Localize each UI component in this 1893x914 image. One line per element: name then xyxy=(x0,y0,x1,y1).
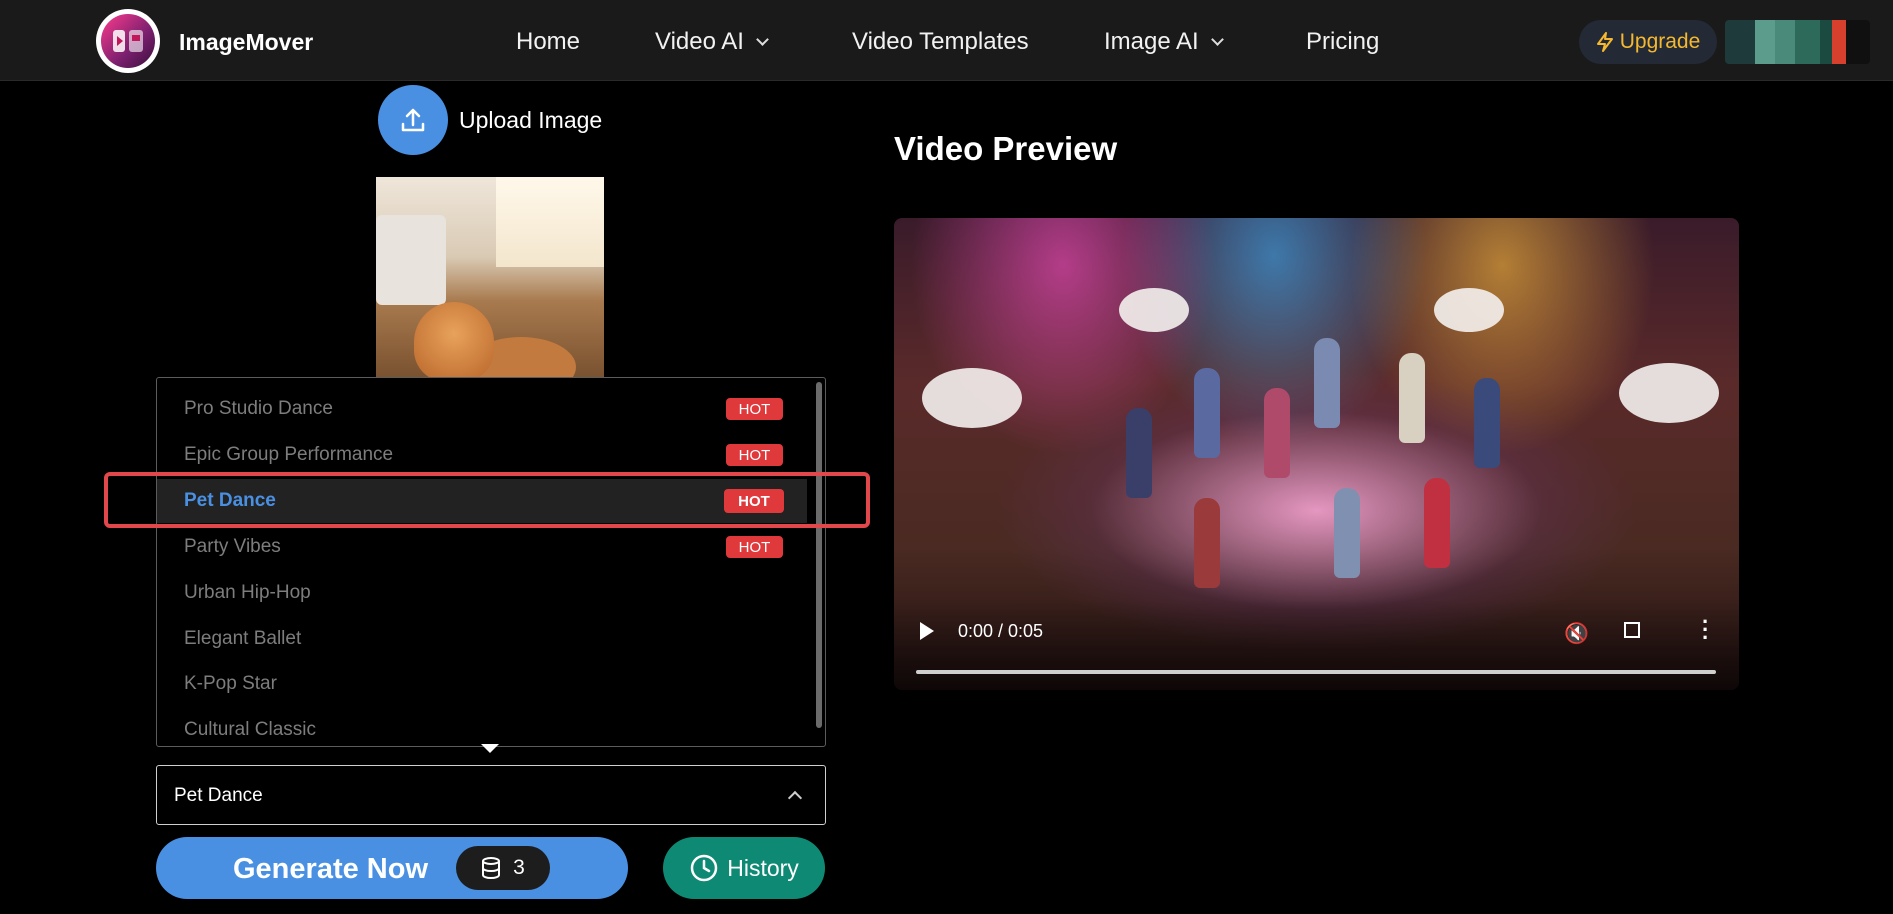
top-navbar: ImageMover Home Video AI Video Templates… xyxy=(0,0,1893,81)
nav-pricing[interactable]: Pricing xyxy=(1306,28,1379,56)
template-option[interactable]: Party Vibes HOT xyxy=(157,525,807,569)
scene-table xyxy=(1119,288,1189,332)
nav-home-label: Home xyxy=(516,28,581,55)
scene-table xyxy=(1434,288,1504,332)
video-time: 0:00 / 0:05 xyxy=(958,621,1044,641)
fullscreen-icon[interactable] xyxy=(1624,622,1640,638)
history-label: History xyxy=(727,854,799,881)
hot-badge: HOT xyxy=(726,536,783,558)
nav-image-ai-label: Image AI xyxy=(1104,28,1199,55)
generate-now-button[interactable]: Generate Now 3 xyxy=(156,837,628,899)
scene-dancer xyxy=(1126,408,1152,498)
scene-dancer xyxy=(1334,488,1360,578)
upload-icon xyxy=(401,108,425,132)
template-select-value: Pet Dance xyxy=(174,785,263,806)
dropdown-scrollbar[interactable] xyxy=(816,382,822,728)
video-player[interactable]: 0:00 / 0:05 🔇 · · · xyxy=(894,218,1739,690)
template-option-label: Party Vibes xyxy=(184,536,281,557)
video-controls: 0:00 / 0:05 🔇 · · · xyxy=(894,600,1739,690)
credits-badge: 3 xyxy=(456,846,550,890)
thumbnail-cat-head xyxy=(414,302,494,377)
scene-dancer xyxy=(1474,378,1500,468)
mute-icon[interactable]: 🔇 xyxy=(1564,621,1589,646)
video-preview-title: Video Preview xyxy=(894,130,1118,167)
play-icon[interactable] xyxy=(920,622,934,640)
hot-badge: HOT xyxy=(726,398,783,420)
nav-home[interactable]: Home xyxy=(516,28,580,56)
dropdown-pointer xyxy=(481,744,499,753)
template-option-label: Urban Hip-Hop xyxy=(184,582,311,603)
clock-icon xyxy=(690,854,718,882)
template-option-label: Elegant Ballet xyxy=(184,628,302,649)
template-option[interactable]: Urban Hip-Hop xyxy=(157,571,807,615)
template-dropdown-list: Pro Studio Dance HOT Epic Group Performa… xyxy=(156,377,826,747)
credits-count: 3 xyxy=(513,856,525,879)
template-option[interactable]: Elegant Ballet xyxy=(157,617,807,661)
upload-image-button[interactable] xyxy=(378,85,448,155)
chevron-down-icon xyxy=(756,32,769,46)
more-options-icon[interactable]: · · · xyxy=(1702,611,1709,649)
template-option-label: Cultural Classic xyxy=(184,719,316,740)
selection-highlight-outline xyxy=(104,472,870,528)
template-select[interactable]: Pet Dance xyxy=(156,765,826,825)
database-icon xyxy=(482,857,501,880)
hot-badge: HOT xyxy=(726,444,783,466)
scene-table xyxy=(922,368,1022,428)
nav-video-templates-label: Video Templates xyxy=(852,28,1029,55)
template-option[interactable]: Pro Studio Dance HOT xyxy=(157,387,807,431)
scene-dancer xyxy=(1399,353,1425,443)
template-option-label: K-Pop Star xyxy=(184,673,277,694)
scene-dancer xyxy=(1194,368,1220,458)
video-progress-bar[interactable] xyxy=(916,670,1716,674)
logo[interactable] xyxy=(96,9,160,73)
history-button[interactable]: History xyxy=(663,837,825,899)
uploaded-image-thumbnail[interactable] xyxy=(376,177,604,377)
scene-dancer xyxy=(1424,478,1450,568)
scene-dancer xyxy=(1314,338,1340,428)
template-option[interactable]: Epic Group Performance HOT xyxy=(157,433,807,477)
template-option-label: Pro Studio Dance xyxy=(184,398,333,419)
upload-image-label[interactable]: Upload Image xyxy=(459,107,602,134)
nav-video-ai-label: Video AI xyxy=(655,28,744,55)
nav-video-ai[interactable]: Video AI xyxy=(655,28,769,56)
template-option[interactable]: K-Pop Star xyxy=(157,662,807,706)
nav-pricing-label: Pricing xyxy=(1306,28,1380,55)
chevron-down-icon xyxy=(1210,32,1224,46)
scene-table xyxy=(1619,363,1719,423)
nav-image-ai[interactable]: Image AI xyxy=(1104,28,1224,56)
thumbnail-window xyxy=(496,177,604,267)
avatar[interactable] xyxy=(1725,20,1870,64)
generate-now-label: Generate Now xyxy=(233,853,428,885)
thumbnail-sofa xyxy=(376,215,446,305)
logo-icon xyxy=(101,14,155,68)
upgrade-label: Upgrade xyxy=(1619,30,1701,53)
upgrade-button[interactable]: Upgrade xyxy=(1579,20,1717,64)
template-option-label: Epic Group Performance xyxy=(184,444,394,465)
chevron-up-icon xyxy=(787,790,803,806)
nav-video-templates[interactable]: Video Templates xyxy=(852,28,1029,56)
template-option[interactable]: Cultural Classic xyxy=(157,708,807,746)
lightning-icon xyxy=(1596,32,1613,52)
scene-dancer xyxy=(1264,388,1290,478)
scene-dancer xyxy=(1194,498,1220,588)
brand-name[interactable]: ImageMover xyxy=(179,29,313,56)
